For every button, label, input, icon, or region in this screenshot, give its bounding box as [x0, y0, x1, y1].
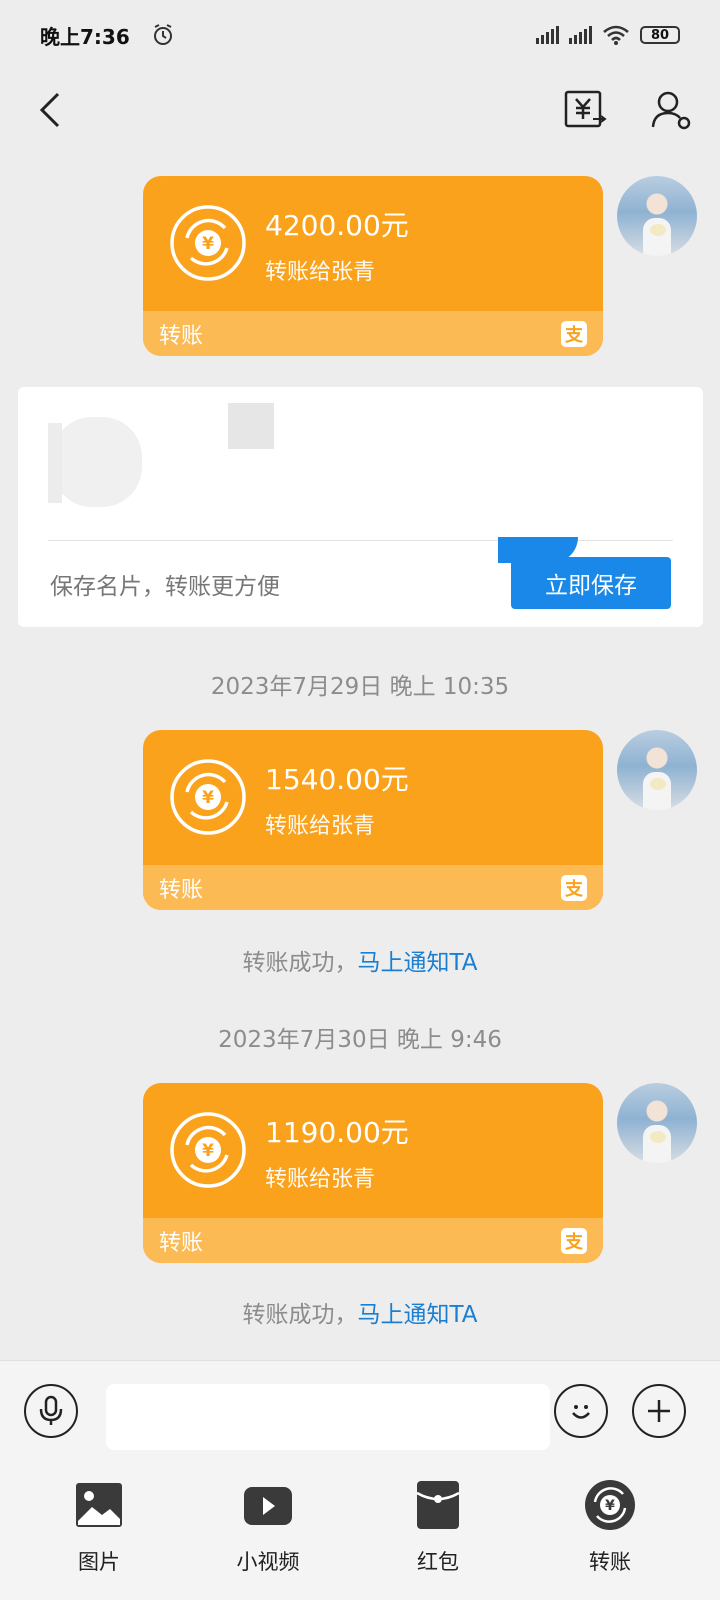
bottom-toolbar: 图片 小视频 红包 ¥ 转账 [0, 1460, 720, 1600]
transfer-amount: 4200.00元 [265, 209, 409, 242]
transfer-label: 转账 [159, 1230, 204, 1256]
blurred-avatar [52, 417, 142, 507]
wifi-icon [603, 25, 629, 45]
alarm-icon [153, 24, 172, 45]
voice-button[interactable] [24, 1384, 78, 1438]
tool-transfer[interactable]: ¥ 转账 [550, 1478, 670, 1588]
input-bar [0, 1360, 720, 1461]
message-input[interactable] [106, 1384, 550, 1450]
avatar[interactable] [617, 176, 697, 256]
transfer-coin-icon: ¥ [170, 205, 246, 281]
transfer-status: 转账成功，马上通知TA [0, 943, 720, 977]
transfer-recipient: 转账给张青 [265, 260, 376, 285]
transfer-recipient: 转账给张青 [265, 1167, 376, 1192]
yuan-receipt-icon [564, 90, 607, 128]
transfer-amount: 1540.00元 [265, 763, 409, 796]
transfer-coin-icon: ¥ [170, 759, 246, 835]
svg-text:¥: ¥ [605, 1498, 615, 1514]
divider [48, 540, 673, 541]
chat-area[interactable]: ¥ 4200.00元 转账给张青 转账 支 保存名片，转账更方便 立即保存 20… [0, 150, 720, 1360]
smiley-icon [572, 1405, 590, 1419]
tool-label: 图片 [78, 1550, 120, 1574]
battery-icon: 80 [640, 26, 680, 44]
transfer-icon: ¥ [585, 1480, 635, 1530]
svg-text:¥: ¥ [202, 1141, 214, 1161]
transfer-success-text: 转账成功， [242, 950, 358, 976]
blurred-block [228, 403, 274, 449]
transfer-card[interactable]: ¥ 4200.00元 转账给张青 转账 支 [143, 176, 603, 356]
video-icon [244, 1487, 292, 1525]
chat-header [0, 70, 720, 150]
transfer-label: 转账 [159, 323, 204, 349]
tool-image[interactable]: 图片 [39, 1478, 159, 1588]
back-button[interactable] [26, 87, 72, 133]
transfer-card[interactable]: ¥ 1190.00元 转账给张青 转账 支 [143, 1083, 603, 1263]
transfer-recipient: 转账给张青 [265, 814, 376, 839]
more-button[interactable] [632, 1384, 686, 1438]
transfer-coin-icon: ¥ [170, 1112, 246, 1188]
tool-label: 红包 [417, 1550, 459, 1574]
svg-text:¥: ¥ [202, 788, 214, 808]
transfer-records-button[interactable] [562, 87, 608, 133]
save-now-button[interactable]: 立即保存 [511, 557, 671, 609]
blurred-mark [48, 423, 62, 503]
tool-video[interactable]: 小视频 [208, 1478, 328, 1588]
tool-label: 小视频 [236, 1550, 300, 1574]
save-card-banner: 保存名片，转账更方便 立即保存 [18, 387, 703, 627]
tool-label: 转账 [589, 1550, 631, 1574]
alipay-icon: 支 [561, 321, 587, 347]
notify-link[interactable]: 马上通知TA [358, 1302, 478, 1328]
transfer-card[interactable]: ¥ 1540.00元 转账给张青 转账 支 [143, 730, 603, 910]
chevron-left-icon [39, 92, 60, 128]
alipay-icon: 支 [561, 875, 587, 901]
status-bar: 晚上7:36 80 [0, 0, 720, 70]
red-envelope-icon [416, 1481, 460, 1529]
battery-level: 80 [650, 27, 670, 43]
transfer-status: 转账成功，马上通知TA [0, 1295, 720, 1329]
status-time: 晚上7:36 [40, 24, 130, 49]
timestamp: 2023年7月30日 晚上 9:46 [218, 1027, 502, 1053]
signal-icon [536, 26, 559, 44]
transfer-success-text: 转账成功， [242, 1302, 358, 1328]
timestamp: 2023年7月29日 晚上 10:35 [210, 674, 510, 700]
alipay-icon: 支 [561, 1228, 587, 1254]
emoji-button[interactable] [554, 1384, 608, 1438]
svg-text:¥: ¥ [202, 234, 214, 254]
tool-red-envelope[interactable]: 红包 [378, 1478, 498, 1588]
save-card-hint: 保存名片，转账更方便 [50, 574, 280, 600]
notify-link[interactable]: 马上通知TA [358, 950, 478, 976]
image-icon [76, 1483, 122, 1527]
profile-button[interactable] [648, 87, 694, 133]
transfer-label: 转账 [159, 877, 204, 903]
microphone-icon [39, 1395, 63, 1425]
avatar[interactable] [617, 730, 697, 810]
transfer-amount: 1190.00元 [265, 1116, 409, 1149]
user-icon [651, 91, 691, 130]
signal-icon-2 [569, 26, 592, 44]
plus-icon [648, 1400, 670, 1422]
avatar[interactable] [617, 1083, 697, 1163]
